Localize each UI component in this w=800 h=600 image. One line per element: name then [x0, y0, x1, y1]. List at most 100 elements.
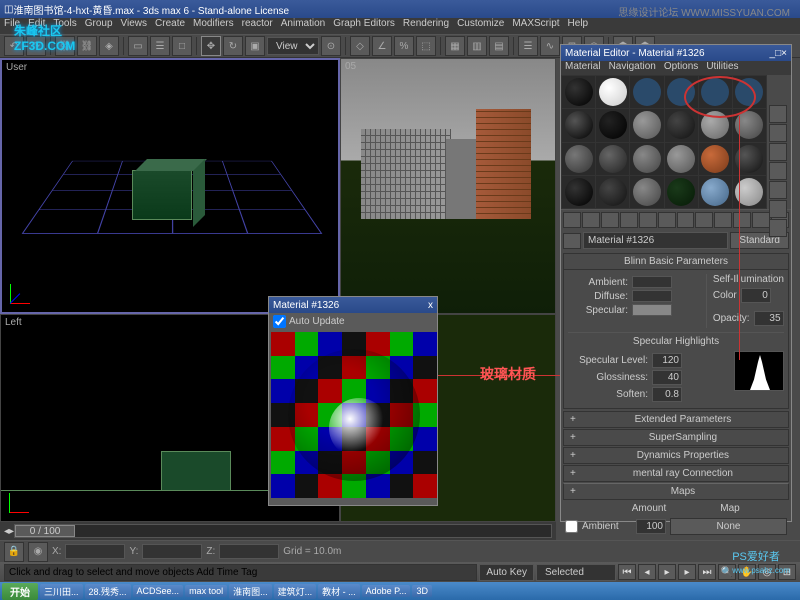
menu-animation[interactable]: Animation — [281, 18, 325, 34]
scale-button[interactable]: ▣ — [245, 36, 265, 56]
autokey-button[interactable]: Auto Key — [479, 564, 534, 581]
put-to-scene-icon[interactable] — [582, 212, 600, 228]
taskbar-item-0[interactable]: 三川田... — [40, 584, 83, 599]
menu-customize[interactable]: Customize — [457, 18, 504, 34]
taskbar-item-4[interactable]: 淮南图... — [229, 584, 272, 599]
menu-reactor[interactable]: reactor — [242, 18, 273, 34]
ambient-map-checkbox[interactable] — [565, 520, 578, 533]
sample-slot-16[interactable] — [699, 143, 732, 175]
align-button[interactable]: ▤ — [489, 36, 509, 56]
sample-slot-1[interactable] — [596, 76, 629, 108]
ambient-map-button[interactable]: None — [670, 518, 787, 535]
taskbar-item-8[interactable]: 3D — [412, 585, 432, 597]
make-unique-icon[interactable] — [658, 212, 676, 228]
select-rect-button[interactable]: □ — [172, 36, 192, 56]
spinner-snap-button[interactable]: ⬚ — [416, 36, 436, 56]
ambient-amount-spinner[interactable] — [636, 519, 666, 534]
menu-group[interactable]: Group — [85, 18, 113, 34]
taskbar-item-2[interactable]: ACDSee... — [133, 585, 184, 597]
ambient-swatch[interactable] — [632, 276, 672, 288]
pick-material-icon[interactable] — [563, 233, 581, 249]
mat-effects-icon[interactable] — [695, 212, 713, 228]
curve-editor-button[interactable]: ∿ — [540, 36, 560, 56]
soften-spinner[interactable] — [652, 387, 682, 402]
menu-modifiers[interactable]: Modifiers — [193, 18, 234, 34]
sample-slot-3[interactable] — [665, 76, 698, 108]
diffuse-swatch[interactable] — [632, 290, 672, 302]
put-to-lib-icon[interactable] — [677, 212, 695, 228]
matmenu-utilities[interactable]: Utilities — [706, 61, 738, 75]
keymode-dropdown[interactable]: Selected — [536, 564, 616, 581]
extended-rollout[interactable]: Extended Parameters — [563, 411, 789, 428]
viewport-perspective[interactable]: 05 — [340, 58, 556, 314]
show-end-icon[interactable] — [733, 212, 751, 228]
dynamics-rollout[interactable]: Dynamics Properties — [563, 447, 789, 464]
sample-slot-19[interactable] — [596, 176, 629, 208]
menu-help[interactable]: Help — [568, 18, 589, 34]
menu-views[interactable]: Views — [121, 18, 148, 34]
select-name-button[interactable]: ☰ — [150, 36, 170, 56]
angle-snap-button[interactable]: ∠ — [372, 36, 392, 56]
matmenu-material[interactable]: Material — [565, 61, 601, 75]
rotate-button[interactable]: ↻ — [223, 36, 243, 56]
mentalray-rollout[interactable]: mental ray Connection — [563, 465, 789, 482]
bind-button[interactable]: ◈ — [99, 36, 119, 56]
menu-grapheditors[interactable]: Graph Editors — [333, 18, 395, 34]
sample-slot-6[interactable] — [562, 109, 595, 141]
opacity-spinner[interactable] — [754, 311, 784, 326]
spec-level-spinner[interactable] — [652, 353, 682, 368]
y-input[interactable] — [142, 544, 202, 559]
assign-icon[interactable] — [601, 212, 619, 228]
taskbar-item-3[interactable]: max tool — [185, 585, 227, 597]
sample-uv-icon[interactable] — [769, 162, 787, 180]
sample-slot-22[interactable] — [699, 176, 732, 208]
matmenu-options[interactable]: Options — [664, 61, 698, 75]
material-editor-titlebar[interactable]: Material Editor - Material #1326 _ □ × — [561, 45, 791, 61]
close-icon[interactable]: × — [781, 48, 787, 59]
sample-slot-13[interactable] — [596, 143, 629, 175]
sample-slot-7[interactable] — [596, 109, 629, 141]
unlink-button[interactable]: ⛓ — [77, 36, 97, 56]
taskbar-item-7[interactable]: Adobe P... — [362, 585, 411, 597]
glossiness-spinner[interactable] — [652, 370, 682, 385]
sample-slot-4[interactable] — [699, 76, 732, 108]
move-button[interactable]: ✥ — [201, 36, 221, 56]
sample-slot-10[interactable] — [699, 109, 732, 141]
sample-slot-18[interactable] — [562, 176, 595, 208]
pivot-button[interactable]: ⊙ — [321, 36, 341, 56]
sample-slot-2[interactable] — [630, 76, 663, 108]
sample-slot-9[interactable] — [665, 109, 698, 141]
viewport-user[interactable]: User — [0, 58, 340, 314]
background-icon[interactable] — [769, 143, 787, 161]
material-preview-window[interactable]: Material #1326 x Auto Update — [268, 296, 438, 506]
sample-slot-20[interactable] — [630, 176, 663, 208]
color-spinner[interactable] — [741, 288, 771, 303]
show-map-icon[interactable] — [714, 212, 732, 228]
time-slider[interactable]: 0 / 100 — [14, 524, 552, 538]
sample-slot-23[interactable] — [733, 176, 766, 208]
menu-rendering[interactable]: Rendering — [403, 18, 449, 34]
backlight-icon[interactable] — [769, 124, 787, 142]
make-copy-icon[interactable] — [639, 212, 657, 228]
maps-rollout[interactable]: Maps — [563, 483, 789, 500]
close-icon[interactable]: x — [428, 300, 433, 311]
sample-slot-15[interactable] — [665, 143, 698, 175]
sel-lock-icon[interactable]: ◉ — [28, 542, 48, 562]
material-editor-window[interactable]: Material Editor - Material #1326 _ □ × M… — [560, 44, 792, 522]
coord-system-dropdown[interactable]: View — [267, 37, 319, 55]
sample-type-icon[interactable] — [769, 105, 787, 123]
z-input[interactable] — [219, 544, 279, 559]
next-frame-button[interactable]: ▸ — [678, 564, 696, 580]
select-button[interactable]: ▭ — [128, 36, 148, 56]
sample-slot-0[interactable] — [562, 76, 595, 108]
start-button[interactable]: 开始 — [2, 583, 38, 600]
taskbar-item-6[interactable]: 教材 - ... — [318, 584, 360, 599]
x-input[interactable] — [65, 544, 125, 559]
matmenu-navigation[interactable]: Navigation — [609, 61, 656, 75]
taskbar-item-5[interactable]: 建筑灯... — [274, 584, 317, 599]
percent-snap-button[interactable]: % — [394, 36, 414, 56]
make-preview-icon[interactable] — [769, 200, 787, 218]
go-parent-icon[interactable] — [752, 212, 770, 228]
specular-swatch[interactable] — [632, 304, 672, 316]
sample-slot-17[interactable] — [733, 143, 766, 175]
